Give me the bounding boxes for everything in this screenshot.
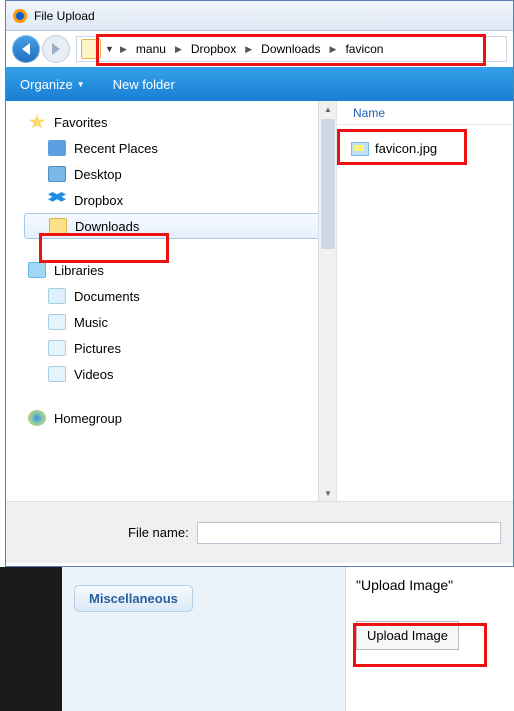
homegroup-group: Homegroup — [24, 405, 332, 431]
filename-input[interactable] — [197, 522, 501, 544]
recent-icon — [48, 140, 66, 156]
right-panel: "Upload Image" Upload Image — [345, 567, 514, 711]
dialog-footer: File name: — [6, 501, 513, 563]
homegroup-icon — [28, 410, 46, 426]
dropbox-icon — [48, 192, 66, 208]
homegroup-header[interactable]: Homegroup — [24, 405, 332, 431]
file-name: favicon.jpg — [375, 141, 437, 156]
chevron-down-icon: ▼ — [77, 80, 85, 89]
libraries-icon — [28, 262, 46, 278]
arrow-right-icon — [52, 43, 60, 55]
upload-image-button[interactable]: Upload Image — [356, 621, 459, 650]
page-below: Miscellaneous "Upload Image" Upload Imag… — [0, 567, 514, 711]
crumb-seg[interactable]: favicon — [341, 42, 387, 56]
window-title: File Upload — [34, 9, 95, 23]
misc-tab[interactable]: Miscellaneous — [74, 585, 193, 612]
nav-row: ▼ ▶ manu ▶ Dropbox ▶ Downloads ▶ favicon — [6, 31, 513, 67]
tree-item-desktop[interactable]: Desktop — [24, 161, 332, 187]
dialog-body: Favorites Recent Places Desktop Dropbox … — [6, 101, 513, 501]
file-pane: Name favicon.jpg — [336, 101, 513, 501]
favorites-group: Favorites Recent Places Desktop Dropbox … — [24, 109, 332, 239]
folder-icon — [81, 39, 101, 59]
scroll-down-icon[interactable]: ▼ — [319, 485, 336, 501]
forward-button[interactable] — [42, 35, 70, 63]
pictures-icon — [48, 340, 66, 356]
file-upload-dialog: File Upload ▼ ▶ manu ▶ Dropbox ▶ Downloa… — [5, 0, 514, 567]
music-icon — [48, 314, 66, 330]
dark-strip — [0, 567, 62, 711]
crumb-sep-icon: ▶ — [170, 44, 187, 55]
crumb-seg[interactable]: Dropbox — [187, 42, 240, 56]
videos-icon — [48, 366, 66, 382]
chevron-down-icon[interactable]: ▼ — [105, 44, 115, 54]
upload-image-text: "Upload Image" — [356, 577, 504, 593]
crumb-seg[interactable]: Downloads — [257, 42, 324, 56]
new-folder-button[interactable]: New folder — [113, 77, 175, 92]
file-list[interactable]: favicon.jpg — [337, 125, 513, 172]
scroll-up-icon[interactable]: ▲ — [319, 101, 336, 117]
left-panel: Miscellaneous — [62, 567, 345, 711]
firefox-icon — [12, 8, 28, 24]
image-file-icon — [351, 142, 369, 156]
desktop-icon — [48, 166, 66, 182]
tree-item-videos[interactable]: Videos — [24, 361, 332, 387]
organize-label: Organize — [20, 77, 73, 92]
breadcrumb[interactable]: ▼ ▶ manu ▶ Dropbox ▶ Downloads ▶ favicon — [76, 36, 507, 62]
crumb-sep-icon: ▶ — [240, 44, 257, 55]
documents-icon — [48, 288, 66, 304]
crumb-sep-icon: ▶ — [115, 44, 132, 55]
column-header-name[interactable]: Name — [337, 101, 513, 125]
tree-item-pictures[interactable]: Pictures — [24, 335, 332, 361]
tree-item-recent[interactable]: Recent Places — [24, 135, 332, 161]
toolbar: Organize ▼ New folder — [6, 67, 513, 101]
scroll-thumb[interactable] — [321, 119, 335, 249]
arrow-left-icon — [22, 43, 30, 55]
crumb-sep-icon: ▶ — [325, 44, 342, 55]
tree-item-downloads[interactable]: Downloads — [24, 213, 332, 239]
title-bar[interactable]: File Upload — [6, 1, 513, 31]
libraries-header[interactable]: Libraries — [24, 257, 332, 283]
tree-item-dropbox[interactable]: Dropbox — [24, 187, 332, 213]
libraries-group: Libraries Documents Music Pictures Video… — [24, 257, 332, 387]
tree-scrollbar[interactable]: ▲ ▼ — [318, 101, 336, 501]
folder-icon — [49, 218, 67, 234]
tree-item-documents[interactable]: Documents — [24, 283, 332, 309]
organize-menu[interactable]: Organize ▼ — [20, 77, 85, 92]
star-icon — [28, 114, 46, 130]
back-button[interactable] — [12, 35, 40, 63]
tree-item-music[interactable]: Music — [24, 309, 332, 335]
favorites-header[interactable]: Favorites — [24, 109, 332, 135]
nav-tree: Favorites Recent Places Desktop Dropbox … — [6, 101, 336, 501]
filename-label: File name: — [128, 525, 189, 540]
crumb-seg[interactable]: manu — [132, 42, 170, 56]
file-item[interactable]: favicon.jpg — [347, 139, 503, 158]
